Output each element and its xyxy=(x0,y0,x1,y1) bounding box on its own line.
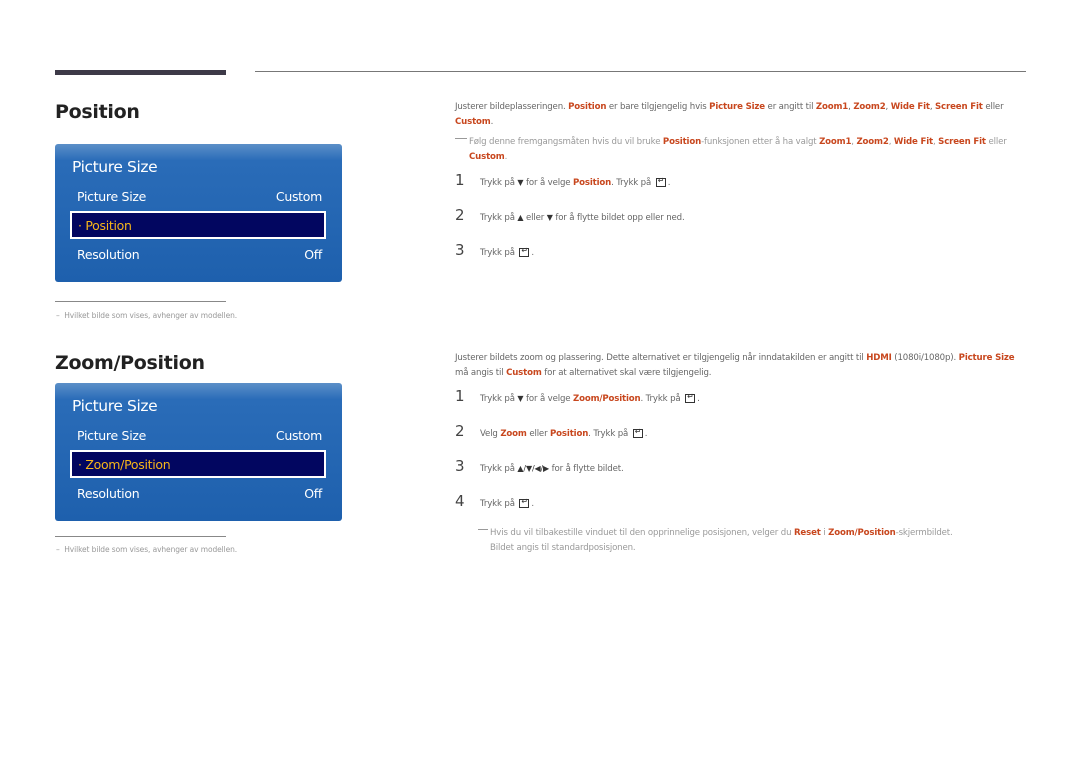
menu-item-label: · Position xyxy=(78,217,132,233)
step-3: 3 Trykk på . xyxy=(455,241,534,259)
step-1: 1 Trykk på ▼ for å velge Position. Trykk… xyxy=(455,171,670,189)
enter-icon xyxy=(519,497,530,508)
menu-item-resolution[interactable]: Resolution Off xyxy=(77,486,322,501)
zoom-position-note: Hvis du vil tilbakestille vinduet til de… xyxy=(478,526,1030,555)
menu-item-position-selected[interactable]: · Position xyxy=(70,211,326,239)
step-text: Trykk på ▲ eller ▼ for å flytte bildet o… xyxy=(480,213,685,223)
position-note: Følg denne fremgangsmåten hvis du vil br… xyxy=(455,135,1039,164)
menu-item-label: Resolution xyxy=(77,486,140,501)
menu-item-resolution[interactable]: Resolution Off xyxy=(77,247,322,262)
menu-item-value: Custom xyxy=(275,189,322,204)
note-dash xyxy=(455,138,467,139)
footnote-text: Hvilket bilde som vises, avhenger av mod… xyxy=(64,311,238,320)
menu-title: Picture Size xyxy=(72,397,158,415)
picture-size-menu-zoom-position: Picture Size Picture Size Custom · Zoom/… xyxy=(55,383,342,521)
enter-icon xyxy=(685,392,696,403)
enter-icon xyxy=(519,246,530,257)
header-rule-thick xyxy=(55,70,226,75)
step-text: Trykk på . xyxy=(480,497,534,509)
step-4: 4 Trykk på . xyxy=(455,492,534,510)
step-number: 3 xyxy=(455,241,465,259)
section-title-zoom-position: Zoom/Position xyxy=(55,352,205,374)
position-description: Justerer bildeplasseringen. Position er … xyxy=(455,102,1004,127)
step-text: Trykk på . xyxy=(480,246,534,258)
section-title-position: Position xyxy=(55,101,140,123)
step-number: 3 xyxy=(455,457,465,475)
enter-icon xyxy=(632,427,643,438)
step-1: 1 Trykk på ▼ for å velge Zoom/Position. … xyxy=(455,387,700,405)
step-number: 1 xyxy=(455,387,465,405)
step-text: Trykk på ▲/▼/◀/▶ for å flytte bildet. xyxy=(480,464,624,474)
enter-icon xyxy=(655,176,666,187)
menu-item-value: Off xyxy=(304,486,322,501)
step-2: 2 Velg Zoom eller Position. Trykk på . xyxy=(455,422,647,440)
step-2: 2 Trykk på ▲ eller ▼ for å flytte bildet… xyxy=(455,206,685,224)
footnote: – Hvilket bilde som vises, avhenger av m… xyxy=(56,311,238,320)
step-text: Trykk på ▼ for å velge Zoom/Position. Tr… xyxy=(480,392,700,404)
footnote-divider xyxy=(55,536,226,537)
step-text: Trykk på ▼ for å velge Position. Trykk p… xyxy=(480,176,670,188)
menu-item-label: Picture Size xyxy=(77,428,147,443)
footnote-divider xyxy=(55,301,226,302)
menu-item-label: Picture Size xyxy=(77,189,147,204)
step-number: 2 xyxy=(455,422,465,440)
zoom-position-description: Justerer bildets zoom og plassering. Det… xyxy=(455,353,1015,378)
menu-item-label: · Zoom/Position xyxy=(78,456,171,472)
menu-title: Picture Size xyxy=(72,158,158,176)
header-rule-thin xyxy=(255,71,1026,72)
step-3: 3 Trykk på ▲/▼/◀/▶ for å flytte bildet. xyxy=(455,457,624,475)
picture-size-menu-position: Picture Size Picture Size Custom · Posit… xyxy=(55,144,342,282)
menu-item-picture-size[interactable]: Picture Size Custom xyxy=(77,428,322,443)
step-number: 2 xyxy=(455,206,465,224)
menu-item-picture-size[interactable]: Picture Size Custom xyxy=(77,189,322,204)
step-text: Velg Zoom eller Position. Trykk på . xyxy=(480,427,647,439)
step-number: 1 xyxy=(455,171,465,189)
footnote-text: Hvilket bilde som vises, avhenger av mod… xyxy=(64,545,238,554)
step-number: 4 xyxy=(455,492,465,510)
footnote: – Hvilket bilde som vises, avhenger av m… xyxy=(56,545,238,554)
menu-item-label: Resolution xyxy=(77,247,140,262)
note-dash xyxy=(478,529,488,530)
menu-item-zoom-position-selected[interactable]: · Zoom/Position xyxy=(70,450,326,478)
menu-item-value: Off xyxy=(304,247,322,262)
menu-item-value: Custom xyxy=(275,428,322,443)
direction-arrows-icon: ▲/▼/◀/▶ xyxy=(517,464,550,473)
